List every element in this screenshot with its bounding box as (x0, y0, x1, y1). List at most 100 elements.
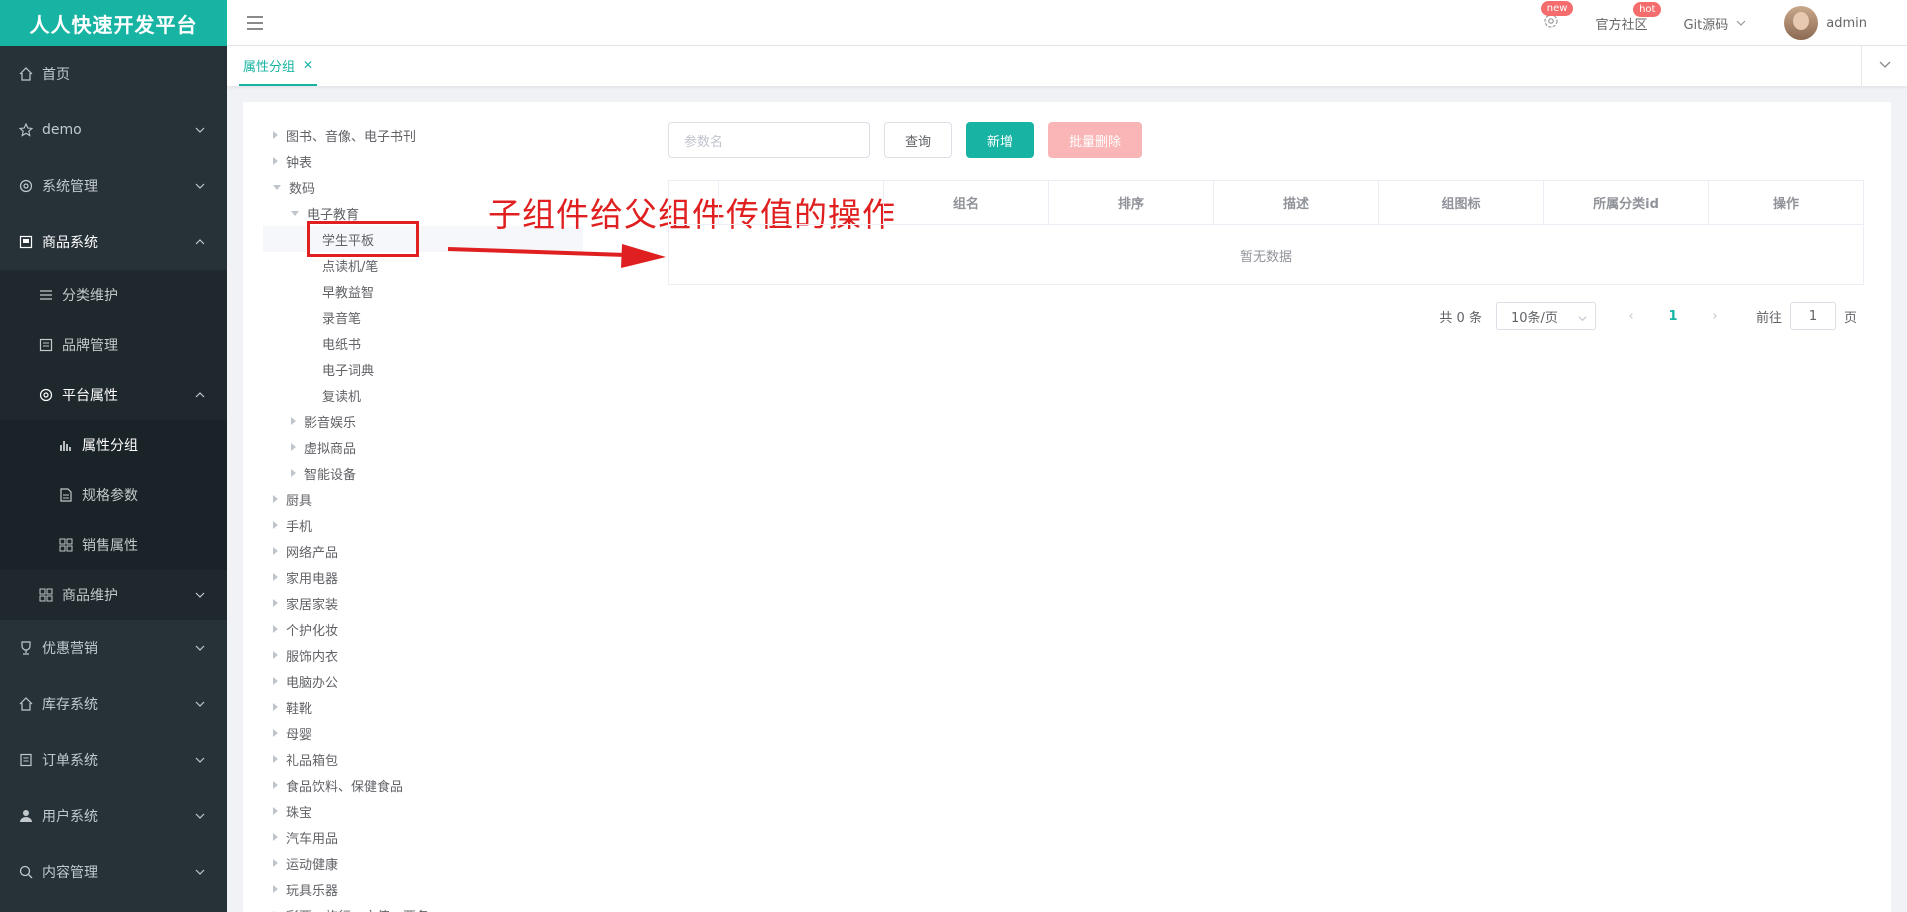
next-page-button[interactable]: › (1700, 309, 1730, 324)
caret-right-icon[interactable] (273, 157, 278, 165)
tree-node[interactable]: 电脑办公 (263, 668, 583, 694)
list-icon (38, 287, 54, 303)
sidebar-item-brand[interactable]: 品牌管理 (0, 320, 227, 370)
git-dropdown[interactable]: Git源码 (1683, 14, 1746, 33)
caret-right-icon[interactable] (273, 781, 278, 789)
caret-right-icon[interactable] (273, 885, 278, 893)
page-size-select[interactable]: 10条/页 (1495, 302, 1596, 330)
home-icon (18, 66, 34, 82)
caret-right-icon[interactable] (273, 703, 278, 711)
tree-node[interactable]: 家用电器 (263, 564, 583, 590)
sidebar-item-label: 优惠营销 (42, 641, 98, 657)
sidebar-item-content[interactable]: 内容管理 (0, 844, 227, 900)
tab-attr-group[interactable]: 属性分组 ✕ (239, 46, 318, 86)
tree-node[interactable]: 复读机 (263, 382, 583, 408)
tree-node[interactable]: 礼品箱包 (263, 746, 583, 772)
tree-node[interactable]: 手机 (263, 512, 583, 538)
caret-right-icon[interactable] (273, 651, 278, 659)
tree-node[interactable]: 图书、音像、电子书刊 (263, 122, 583, 148)
tree-node-label: 厨具 (286, 493, 313, 509)
sidebar-item-home[interactable]: 首页 (0, 46, 227, 102)
sidebar-item-label: 属性分组 (82, 438, 138, 454)
tree-node[interactable]: 汽车用品 (263, 824, 583, 850)
caret-right-icon[interactable] (273, 833, 278, 841)
caret-right-icon[interactable] (273, 573, 278, 581)
param-name-input[interactable]: 参数名 (668, 122, 870, 158)
menu-toggle-icon[interactable] (247, 15, 263, 30)
tabs-more-button[interactable] (1861, 46, 1907, 86)
prev-page-button[interactable]: ‹ (1616, 309, 1646, 324)
chart-icon (58, 437, 74, 453)
tree-node[interactable]: 电纸书 (263, 330, 583, 356)
caret-right-icon[interactable] (273, 547, 278, 555)
sidebar-item-goods-maint[interactable]: 商品维护 (0, 570, 227, 620)
tree-node[interactable]: 虚拟商品 (263, 434, 583, 460)
batch-delete-button[interactable]: 批量删除 (1048, 122, 1143, 158)
tree-node[interactable]: 母婴 (263, 720, 583, 746)
user-icon (18, 808, 34, 824)
caret-down-icon[interactable] (273, 184, 281, 190)
tree-node[interactable]: 影音娱乐 (263, 408, 583, 434)
settings-button[interactable]: new (1540, 1, 1574, 33)
tree-node[interactable]: 厨具 (263, 486, 583, 512)
tree-node[interactable]: 食品饮料、保健食品 (263, 772, 583, 798)
caret-right-icon[interactable] (273, 495, 278, 503)
sidebar-item-category[interactable]: 分类维护 (0, 270, 227, 320)
community-link[interactable]: 官方社区 hot (1595, 1, 1662, 33)
tree-node[interactable]: 个护化妆 (263, 616, 583, 642)
caret-right-icon[interactable] (273, 859, 278, 867)
page-number[interactable]: 1 (1658, 309, 1688, 324)
caret-right-icon[interactable] (273, 599, 278, 607)
sidebar-item-coupon[interactable]: 优惠营销 (0, 620, 227, 676)
user-menu[interactable]: admin (1784, 6, 1867, 40)
add-button[interactable]: 新增 (966, 122, 1035, 158)
caret-right-icon[interactable] (273, 521, 278, 529)
sidebar-item-demo[interactable]: demo (0, 102, 227, 158)
sidebar-item-user[interactable]: 用户系统 (0, 788, 227, 844)
tree-node[interactable]: 运动健康 (263, 850, 583, 876)
tree-node-label: 礼品箱包 (286, 753, 339, 769)
tree-node[interactable]: 网络产品 (263, 538, 583, 564)
tree-node-label: 家用电器 (286, 571, 339, 587)
goods-submenu: 分类维护 品牌管理 平台属性 属性分组 规格参数 销售属性 商品维护 (0, 270, 227, 620)
chevron-up-icon (195, 237, 205, 247)
tree-node[interactable]: 家居家装 (263, 590, 583, 616)
tree-node-label: 家居家装 (286, 597, 339, 613)
caret-right-icon[interactable] (291, 443, 296, 451)
goto-page-input[interactable]: 1 (1789, 302, 1836, 330)
caret-right-icon[interactable] (273, 131, 278, 139)
caret-right-icon[interactable] (291, 469, 296, 477)
caret-right-icon[interactable] (291, 417, 296, 425)
caret-right-icon[interactable] (273, 755, 278, 763)
sidebar-item-order[interactable]: 订单系统 (0, 732, 227, 788)
tree-node-label: 网络产品 (286, 545, 339, 561)
tree-node[interactable]: 早教益智 (263, 278, 583, 304)
sidebar-item-system[interactable]: 系统管理 (0, 158, 227, 214)
caret-right-icon[interactable] (273, 807, 278, 815)
caret-right-icon[interactable] (273, 625, 278, 633)
brand-logo[interactable]: 人人快速开发平台 (0, 0, 227, 46)
tree-node-label: 电子词典 (322, 363, 375, 379)
query-button[interactable]: 查询 (884, 122, 953, 158)
tree-node[interactable]: 智能设备 (263, 460, 583, 486)
sidebar-item-platform-attr[interactable]: 平台属性 (0, 370, 227, 420)
tree-node[interactable]: 钟表 (263, 148, 583, 174)
tree-node[interactable]: 电子词典 (263, 356, 583, 382)
sidebar-item-sale-attr[interactable]: 销售属性 (0, 520, 227, 570)
tree-node[interactable]: 玩具乐器 (263, 876, 583, 902)
tree-node[interactable]: 珠宝 (263, 798, 583, 824)
close-icon[interactable]: ✕ (303, 58, 313, 72)
tree-node[interactable]: 服饰内衣 (263, 642, 583, 668)
tree-node[interactable]: 彩票、旅行、充值、票务 (263, 902, 583, 912)
caret-down-icon[interactable] (291, 210, 299, 216)
sidebar-item-label: 平台属性 (62, 388, 118, 404)
tree-node[interactable]: 录音笔 (263, 304, 583, 330)
caret-right-icon[interactable] (273, 677, 278, 685)
sidebar-item-attr-group[interactable]: 属性分组 (0, 420, 227, 470)
tree-node[interactable]: 鞋靴 (263, 694, 583, 720)
sidebar-item-stock[interactable]: 库存系统 (0, 676, 227, 732)
sidebar-item-goods-system[interactable]: 商品系统 (0, 214, 227, 270)
caret-right-icon[interactable] (273, 729, 278, 737)
empty-text: 暂无数据 (1239, 249, 1292, 265)
sidebar-item-spec-params[interactable]: 规格参数 (0, 470, 227, 520)
